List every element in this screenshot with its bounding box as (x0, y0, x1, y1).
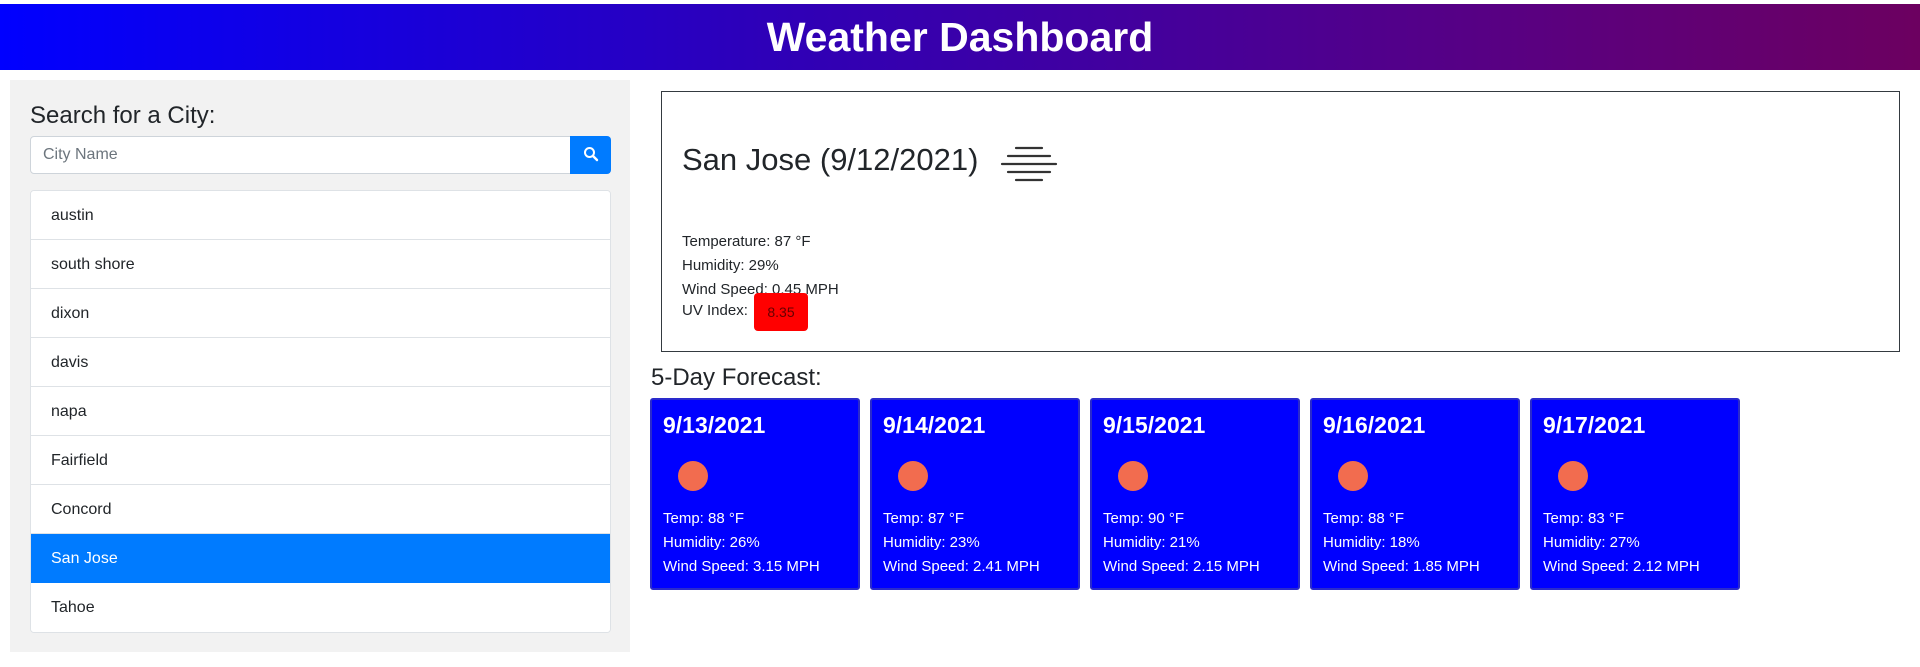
forecast-humidity: Humidity: 26% (663, 534, 760, 551)
forecast-temp: Temp: 88 °F (1323, 510, 1405, 527)
city-search-input[interactable] (30, 136, 571, 174)
forecast-card: 9/17/2021 Temp: 83 °F Humidity: 27% Wind… (1530, 398, 1740, 590)
forecast-temp: Temp: 87 °F (883, 510, 965, 527)
uv-index-value: 8.35 (767, 304, 795, 320)
forecast-humidity: Humidity: 27% (1543, 534, 1640, 551)
forecast-wind-speed: Wind Speed: 1.85 MPH (1323, 558, 1480, 575)
page-title: Weather Dashboard (766, 13, 1154, 60)
search-title: Search for a City: (30, 102, 216, 129)
city-history-item[interactable]: austin (31, 191, 610, 240)
forecast-wind-speed: Wind Speed: 2.15 MPH (1103, 558, 1260, 575)
sun-icon (1558, 461, 1588, 491)
forecast-date: 9/15/2021 (1103, 412, 1206, 438)
forecast-date: 9/13/2021 (663, 412, 766, 438)
city-history-item[interactable]: Tahoe (31, 583, 610, 632)
forecast-wind-speed: Wind Speed: 2.41 MPH (883, 558, 1040, 575)
city-history-item-active[interactable]: San Jose (31, 534, 610, 583)
city-history-item[interactable]: napa (31, 387, 610, 436)
forecast-humidity: Humidity: 21% (1103, 534, 1200, 551)
city-history-item[interactable]: dixon (31, 289, 610, 338)
forecast-wind-speed: Wind Speed: 2.12 MPH (1543, 558, 1700, 575)
forecast-temp: Temp: 83 °F (1543, 510, 1625, 527)
sun-icon (1118, 461, 1148, 491)
sun-icon (678, 461, 708, 491)
current-city-title: San Jose (9/12/2021) (682, 142, 979, 177)
current-weather-card: San Jose (9/12/2021) Temperature: 87 °F … (661, 91, 1900, 352)
forecast-card: 9/13/2021 Temp: 88 °F Humidity: 26% Wind… (650, 398, 860, 590)
forecast-temp: Temp: 90 °F (1103, 510, 1185, 527)
uv-index-badge: 8.35 (754, 293, 808, 331)
forecast-card: 9/15/2021 Temp: 90 °F Humidity: 21% Wind… (1090, 398, 1300, 590)
forecast-wind-speed: Wind Speed: 3.15 MPH (663, 558, 820, 575)
forecast-date: 9/14/2021 (883, 412, 986, 438)
search-icon (583, 146, 599, 165)
forecast-title: 5-Day Forecast: (651, 364, 822, 391)
sun-icon (1338, 461, 1368, 491)
forecast-humidity: Humidity: 18% (1323, 534, 1420, 551)
forecast-humidity: Humidity: 23% (883, 534, 980, 551)
city-history-item[interactable]: Concord (31, 485, 610, 534)
city-history-item[interactable]: Fairfield (31, 436, 610, 485)
uv-index-label: UV Index: (682, 302, 748, 319)
page-header: Weather Dashboard (0, 4, 1920, 70)
weather-dashboard-app: Weather Dashboard Search for a City: aus… (0, 0, 1920, 667)
search-sidebar: Search for a City: austin south shore di… (10, 80, 630, 652)
search-history-list: austin south shore dixon davis napa Fair… (30, 190, 611, 633)
search-button[interactable] (570, 136, 611, 174)
forecast-card: 9/16/2021 Temp: 88 °F Humidity: 18% Wind… (1310, 398, 1520, 590)
city-history-item[interactable]: davis (31, 338, 610, 387)
forecast-date: 9/16/2021 (1323, 412, 1426, 438)
fog-icon (1000, 144, 1058, 189)
current-temperature: Temperature: 87 °F (682, 233, 811, 250)
city-history-item[interactable]: south shore (31, 240, 610, 289)
forecast-date: 9/17/2021 (1543, 412, 1646, 438)
forecast-temp: Temp: 88 °F (663, 510, 745, 527)
forecast-card: 9/14/2021 Temp: 87 °F Humidity: 23% Wind… (870, 398, 1080, 590)
current-humidity: Humidity: 29% (682, 257, 779, 274)
sun-icon (898, 461, 928, 491)
